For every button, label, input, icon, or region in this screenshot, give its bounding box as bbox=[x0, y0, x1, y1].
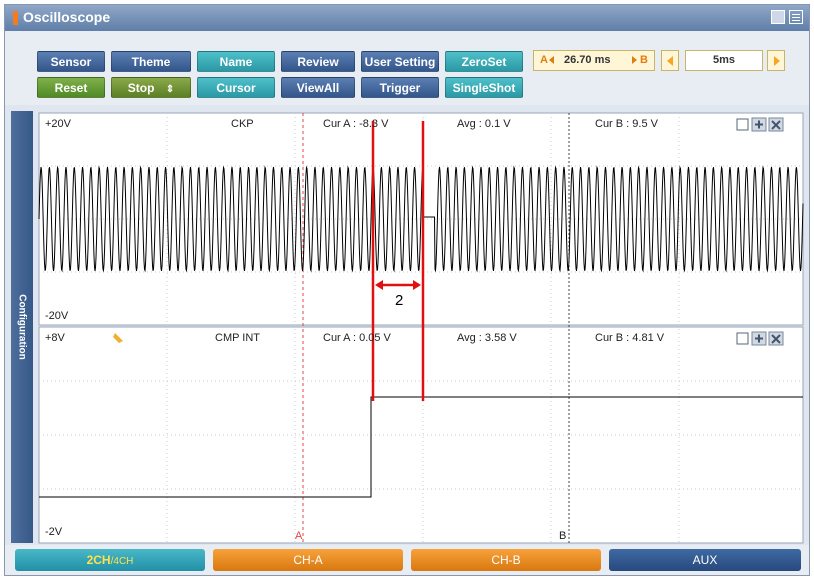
stop-label: Stop bbox=[127, 81, 155, 95]
toolbar: Sensor Theme Name Review User Setting Ze… bbox=[5, 31, 809, 105]
singleshot-button[interactable]: SingleShot bbox=[445, 77, 523, 98]
name-button[interactable]: Name bbox=[197, 51, 275, 72]
ckp-cur-a: Cur A : -8.3 V bbox=[323, 118, 389, 130]
timebase-decrease-button[interactable] bbox=[661, 50, 679, 71]
cmp-vmax: +8V bbox=[45, 332, 66, 344]
menu-icon[interactable] bbox=[789, 10, 803, 24]
window-title: Oscilloscope bbox=[23, 9, 111, 25]
reset-button[interactable]: Reset bbox=[37, 77, 105, 98]
cmp-panel bbox=[38, 326, 804, 544]
restore-icon[interactable] bbox=[771, 10, 785, 24]
cursor-b-label: B bbox=[640, 54, 648, 66]
annotation-label: 2 bbox=[395, 292, 403, 309]
ckp-channel-name: CKP bbox=[231, 118, 254, 130]
scope-area: Configuration 2 +20V -20V CKP Cur A: -8… bbox=[5, 105, 809, 545]
ch-a-button[interactable]: CH-A bbox=[213, 549, 403, 571]
ch-b-button[interactable]: CH-B bbox=[411, 549, 601, 571]
sensor-button[interactable]: Sensor bbox=[37, 51, 105, 72]
cursor-left-arrow-icon bbox=[549, 56, 554, 64]
ckp-avg: Avg : 0.1 V bbox=[457, 118, 511, 130]
timebase-value[interactable]: 5ms bbox=[685, 50, 763, 71]
title-bar: Oscilloscope bbox=[5, 5, 809, 31]
cmp-channel-name: CMP INT bbox=[215, 332, 260, 344]
channel-mode-button[interactable]: 2CH/4CH bbox=[15, 549, 205, 571]
cursor-right-arrow-icon bbox=[632, 56, 637, 64]
cursor-a-label: A bbox=[540, 54, 548, 66]
cursor-readout[interactable]: A 26.70 ms B bbox=[533, 50, 655, 71]
cmp-vmin: -2V bbox=[45, 526, 63, 538]
marker-a-label: A bbox=[295, 530, 303, 542]
ckp-cur-b: Cur B : 9.5 V bbox=[595, 118, 659, 130]
review-button[interactable]: Review bbox=[281, 51, 355, 72]
cmp-panel-controls[interactable] bbox=[736, 331, 784, 346]
trigger-button[interactable]: Trigger bbox=[361, 77, 439, 98]
channel-mode-sub: /4CH bbox=[110, 556, 134, 567]
ckp-vmin: -20V bbox=[45, 310, 69, 322]
ckp-vmax: +20V bbox=[45, 118, 72, 130]
bottom-bar: 2CH/4CH CH-A CH-B AUX bbox=[5, 545, 809, 575]
title-accent-icon bbox=[13, 11, 18, 25]
ckp-panel-controls[interactable] bbox=[736, 117, 784, 132]
stop-button[interactable]: Stop ⇕ bbox=[111, 77, 191, 98]
marker-b-label: B bbox=[559, 530, 566, 542]
cmp-cur-b: Cur B : 4.81 V bbox=[595, 332, 665, 344]
cursor-time-value: 26.70 ms bbox=[564, 54, 611, 66]
user-setting-button[interactable]: User Setting bbox=[361, 51, 439, 72]
zeroset-button[interactable]: ZeroSet bbox=[445, 51, 523, 72]
ckp-checkbox[interactable] bbox=[736, 118, 749, 131]
aux-button[interactable]: AUX bbox=[609, 549, 801, 571]
updown-icon: ⇕ bbox=[165, 84, 175, 95]
cmp-cur-a: Cur A : 0.05 V bbox=[323, 332, 392, 344]
oscilloscope-window: Oscilloscope Sensor Theme Name Review Us… bbox=[4, 4, 810, 576]
theme-button[interactable]: Theme bbox=[111, 51, 191, 72]
viewall-button[interactable]: ViewAll bbox=[281, 77, 355, 98]
timebase-increase-button[interactable] bbox=[767, 50, 785, 71]
cmp-checkbox[interactable] bbox=[736, 332, 749, 345]
waveform-display[interactable]: 2 +20V -20V CKP Cur A : -8.3 V Avg : 0.1… bbox=[5, 105, 809, 545]
channel-mode-main: 2CH bbox=[86, 553, 111, 567]
right-arrow-icon bbox=[774, 56, 780, 66]
cmp-avg: Avg : 3.58 V bbox=[457, 332, 517, 344]
left-arrow-icon bbox=[667, 56, 673, 66]
cursor-button[interactable]: Cursor bbox=[197, 77, 275, 98]
